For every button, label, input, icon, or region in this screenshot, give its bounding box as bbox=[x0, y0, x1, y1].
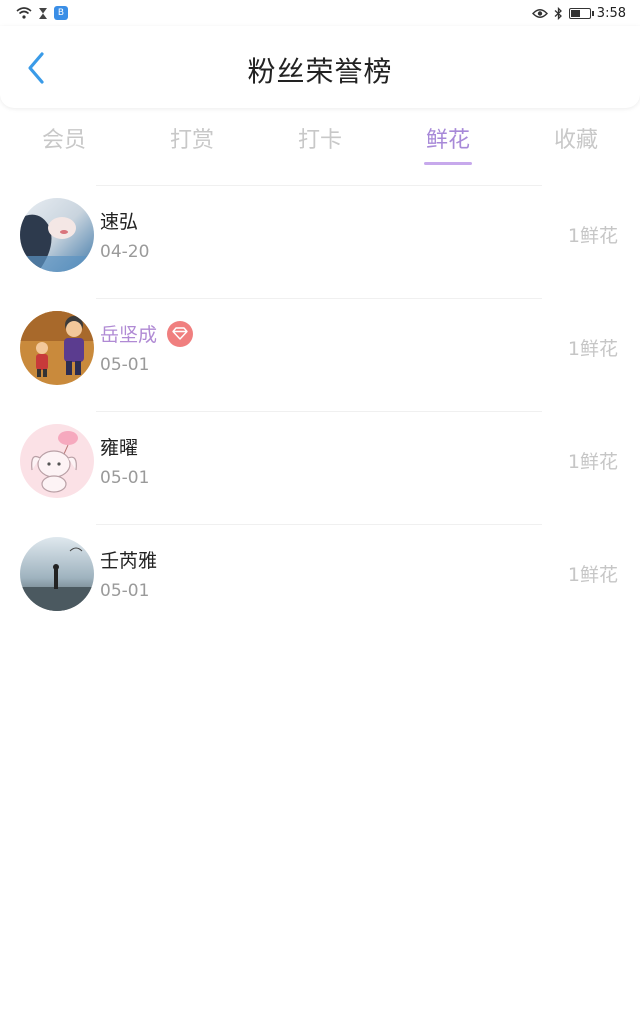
name-row: 壬芮雅 bbox=[100, 546, 157, 573]
list-item[interactable]: 壬芮雅 05-01 1鲜花 bbox=[0, 517, 640, 630]
tab-label: 收藏 bbox=[553, 128, 598, 153]
header: 粉丝荣誉榜 bbox=[0, 26, 640, 108]
list-item[interactable]: 雍曜 05-01 1鲜花 bbox=[0, 404, 640, 517]
flower-count: 1鲜花 bbox=[567, 225, 618, 247]
tab-label: 会员 bbox=[41, 128, 86, 153]
bluetooth-icon bbox=[554, 6, 563, 20]
fan-name: 壬芮雅 bbox=[100, 550, 158, 572]
fan-date: 05-01 bbox=[100, 468, 150, 488]
battery-icon bbox=[568, 7, 594, 19]
eye-icon bbox=[531, 8, 548, 19]
tab-label: 打赏 bbox=[169, 128, 214, 153]
divider bbox=[96, 411, 542, 412]
diamond-icon bbox=[167, 320, 194, 347]
avatar[interactable] bbox=[20, 197, 94, 272]
tab-favorites[interactable]: 收藏 bbox=[512, 112, 640, 168]
tab-label: 打卡 bbox=[297, 128, 342, 153]
fan-info: 岳坚成 05-01 bbox=[100, 320, 194, 375]
status-right: 3:58 bbox=[531, 5, 626, 21]
tab-active-indicator bbox=[424, 162, 472, 165]
hourglass-icon bbox=[38, 7, 48, 20]
divider bbox=[96, 524, 542, 525]
name-row: 速弘 bbox=[100, 207, 149, 234]
battery-fill bbox=[570, 9, 580, 17]
avatar[interactable] bbox=[20, 310, 94, 385]
tab-member[interactable]: 会员 bbox=[0, 112, 128, 168]
tab-label: 鲜花 bbox=[425, 128, 470, 153]
list-item[interactable]: 岳坚成 05-01 1鲜花 bbox=[0, 291, 640, 404]
tab-bar: 会员 打赏 打卡 鲜花 收藏 bbox=[0, 112, 640, 168]
flower-count: 1鲜花 bbox=[567, 338, 618, 360]
fan-name: 速弘 bbox=[100, 211, 139, 233]
fan-info: 雍曜 05-01 bbox=[100, 433, 149, 488]
fan-list: 速弘 04-20 1鲜花 岳坚成 05-01 1鲜花 雍曜 05-01 1鲜花 … bbox=[0, 178, 640, 630]
fan-name: 雍曜 bbox=[100, 437, 139, 459]
divider bbox=[96, 185, 542, 186]
name-row: 岳坚成 bbox=[100, 320, 194, 347]
status-left: B bbox=[16, 6, 68, 20]
avatar[interactable] bbox=[20, 423, 94, 498]
page-title: 粉丝荣誉榜 bbox=[247, 55, 393, 88]
app-notification-icon: B bbox=[54, 6, 68, 20]
fan-info: 速弘 04-20 bbox=[100, 207, 149, 262]
flower-count: 1鲜花 bbox=[567, 451, 618, 473]
flower-count: 1鲜花 bbox=[567, 564, 618, 586]
fan-date: 05-01 bbox=[100, 355, 150, 375]
tab-reward[interactable]: 打赏 bbox=[128, 112, 256, 168]
fan-date: 04-20 bbox=[100, 242, 150, 262]
tab-checkin[interactable]: 打卡 bbox=[256, 112, 384, 168]
status-bar: B 3:58 bbox=[0, 0, 640, 26]
fan-name: 岳坚成 bbox=[100, 324, 158, 346]
list-item[interactable]: 速弘 04-20 1鲜花 bbox=[0, 178, 640, 291]
fan-date: 05-01 bbox=[100, 581, 150, 601]
clock: 3:58 bbox=[596, 5, 626, 21]
name-row: 雍曜 bbox=[100, 433, 149, 460]
tab-flowers[interactable]: 鲜花 bbox=[384, 112, 512, 168]
wifi-icon bbox=[16, 7, 32, 19]
avatar[interactable] bbox=[20, 536, 94, 611]
divider bbox=[96, 298, 542, 299]
fan-info: 壬芮雅 05-01 bbox=[100, 546, 157, 601]
